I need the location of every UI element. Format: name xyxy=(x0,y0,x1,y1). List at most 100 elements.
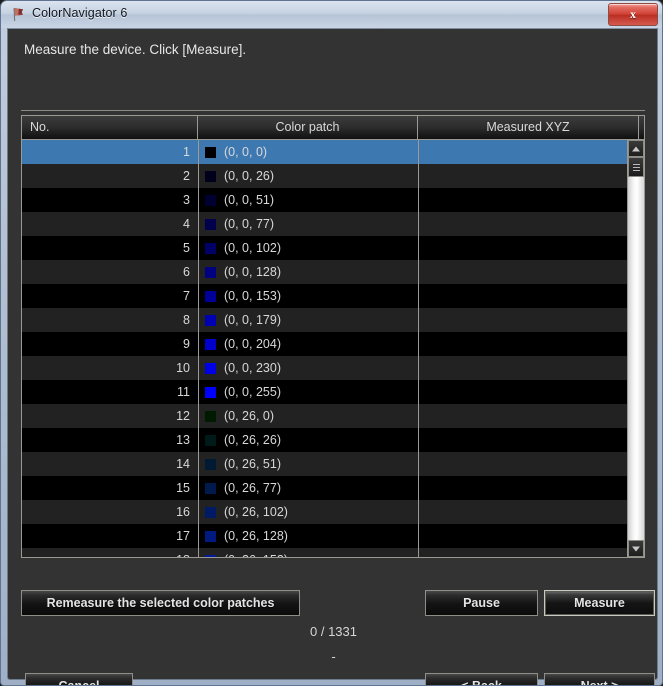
table-body: 1 (0, 0, 0) 2 (0, 0, 26) 3 (0, 0, 51) 4 (0, 0, … xyxy=(22,140,644,557)
table-vertical-scrollbar[interactable] xyxy=(627,140,644,557)
table-row[interactable]: 13 (0, 26, 26) xyxy=(22,428,644,452)
measure-button[interactable]: Measure xyxy=(544,590,655,616)
cell-color-patch: (0, 0, 128) xyxy=(199,260,418,284)
header-divider xyxy=(21,110,645,111)
column-header-measured-xyz[interactable]: Measured XYZ xyxy=(418,116,639,139)
cell-color-patch: (0, 26, 153) xyxy=(199,548,418,557)
cell-patch-number: 8 xyxy=(183,313,190,327)
cell-color-patch: (0, 0, 77) xyxy=(199,212,418,236)
color-patch-rgb-label: (0, 0, 102) xyxy=(224,241,281,255)
column-header-color-patch[interactable]: Color patch xyxy=(198,116,418,139)
cell-measured-xyz xyxy=(419,476,644,500)
close-icon: x xyxy=(630,7,636,21)
cell-measured-xyz xyxy=(419,428,644,452)
progress-count: 0 / 1331 xyxy=(310,624,357,639)
color-swatch xyxy=(205,170,216,182)
scrollbar-grip-icon xyxy=(633,164,640,165)
cell-measured-xyz xyxy=(419,236,644,260)
cell-color-patch: (0, 26, 51) xyxy=(199,452,418,476)
table-row[interactable]: 14 (0, 26, 51) xyxy=(22,452,644,476)
cell-patch-number: 2 xyxy=(183,169,190,183)
cell-measured-xyz xyxy=(419,188,644,212)
color-swatch xyxy=(205,434,216,446)
cell-color-patch: (0, 0, 0) xyxy=(199,140,418,164)
color-swatch xyxy=(205,410,216,422)
color-swatch xyxy=(205,458,216,470)
next-button[interactable]: Next > xyxy=(544,673,655,685)
color-swatch xyxy=(205,482,216,494)
progress-status: - xyxy=(331,649,336,664)
color-swatch xyxy=(205,506,216,518)
cell-patch-number: 11 xyxy=(177,385,190,399)
cell-measured-xyz xyxy=(419,164,644,188)
cell-measured-xyz xyxy=(419,140,644,164)
cell-color-patch: (0, 26, 0) xyxy=(199,404,418,428)
table-row[interactable]: 18 (0, 26, 153) xyxy=(22,548,644,557)
cell-patch-number: 5 xyxy=(183,241,190,255)
table-row[interactable]: 12 (0, 26, 0) xyxy=(22,404,644,428)
cancel-button[interactable]: Cancel xyxy=(25,673,133,685)
table-row[interactable]: 2 (0, 0, 26) xyxy=(22,164,644,188)
color-patch-rgb-label: (0, 0, 204) xyxy=(224,337,281,351)
color-patch-rgb-label: (0, 0, 230) xyxy=(224,361,281,375)
color-patch-rgb-label: (0, 26, 128) xyxy=(224,529,288,543)
color-swatch xyxy=(205,314,216,326)
table-row[interactable]: 9 (0, 0, 204) xyxy=(22,332,644,356)
table-row[interactable]: 1 (0, 0, 0) xyxy=(22,140,644,164)
cell-measured-xyz xyxy=(419,212,644,236)
cell-patch-number: 13 xyxy=(176,433,190,447)
back-button[interactable]: < Back xyxy=(425,673,538,685)
color-patch-rgb-label: (0, 0, 77) xyxy=(224,217,275,231)
table-row[interactable]: 5 (0, 0, 102) xyxy=(22,236,644,260)
table-row[interactable]: 10 (0, 0, 230) xyxy=(22,356,644,380)
cell-patch-number: 7 xyxy=(183,289,190,303)
dialog-panel: Measure the device. Click [Measure]. No.… xyxy=(7,28,658,685)
column-header-no[interactable]: No. xyxy=(22,116,198,139)
scrollbar-down-button[interactable] xyxy=(628,540,644,557)
cell-color-patch: (0, 0, 255) xyxy=(199,380,418,404)
cell-color-patch: (0, 0, 179) xyxy=(199,308,418,332)
color-patch-rgb-label: (0, 26, 26) xyxy=(224,433,281,447)
cell-patch-number: 10 xyxy=(176,361,190,375)
scrollbar-up-button[interactable] xyxy=(628,140,644,157)
color-patch-rgb-label: (0, 0, 0) xyxy=(224,145,268,159)
color-swatch xyxy=(205,554,216,557)
table-row[interactable]: 6 (0, 0, 128) xyxy=(22,260,644,284)
cell-color-patch: (0, 26, 102) xyxy=(199,500,418,524)
color-swatch xyxy=(205,266,216,278)
table-row[interactable]: 3 (0, 0, 51) xyxy=(22,188,644,212)
cell-color-patch: (0, 26, 26) xyxy=(199,428,418,452)
remeasure-selected-patches-button[interactable]: Remeasure the selected color patches xyxy=(21,590,300,616)
window-title: ColorNavigator 6 xyxy=(32,6,128,20)
cell-measured-xyz xyxy=(419,356,644,380)
cell-measured-xyz xyxy=(419,500,644,524)
table-row[interactable]: 8 (0, 0, 179) xyxy=(22,308,644,332)
cell-patch-number: 4 xyxy=(183,217,190,231)
cell-patch-number: 17 xyxy=(176,529,190,543)
table-row[interactable]: 4 (0, 0, 77) xyxy=(22,212,644,236)
table-row[interactable]: 17 (0, 26, 128) xyxy=(22,524,644,548)
table-row[interactable]: 16 (0, 26, 102) xyxy=(22,500,644,524)
pause-button[interactable]: Pause xyxy=(425,590,538,616)
color-swatch xyxy=(205,530,216,542)
scrollbar-track[interactable] xyxy=(628,157,644,540)
table-row[interactable]: 7 (0, 0, 153) xyxy=(22,284,644,308)
color-swatch xyxy=(205,218,216,230)
color-patch-rgb-label: (0, 0, 153) xyxy=(224,289,281,303)
cell-patch-number: 18 xyxy=(22,548,198,557)
table-row[interactable]: 15 (0, 26, 77) xyxy=(22,476,644,500)
scrollbar-thumb[interactable] xyxy=(628,157,644,177)
color-swatch xyxy=(205,194,216,206)
cell-measured-xyz xyxy=(419,380,644,404)
color-swatch xyxy=(205,290,216,302)
close-button[interactable]: x xyxy=(608,3,658,26)
cell-patch-number: 1 xyxy=(183,145,190,159)
color-patch-rgb-label: (0, 0, 51) xyxy=(224,193,275,207)
color-patch-rgb-label: (0, 0, 128) xyxy=(224,265,281,279)
cell-color-patch: (0, 0, 153) xyxy=(199,284,418,308)
window-title-bar: ColorNavigator 6 x xyxy=(1,1,662,28)
color-patch-rgb-label: (0, 26, 51) xyxy=(224,457,281,471)
table-row[interactable]: 11 (0, 0, 255) xyxy=(22,380,644,404)
cell-patch-number: 12 xyxy=(176,409,190,423)
color-patch-rgb-label: (0, 0, 255) xyxy=(224,385,281,399)
